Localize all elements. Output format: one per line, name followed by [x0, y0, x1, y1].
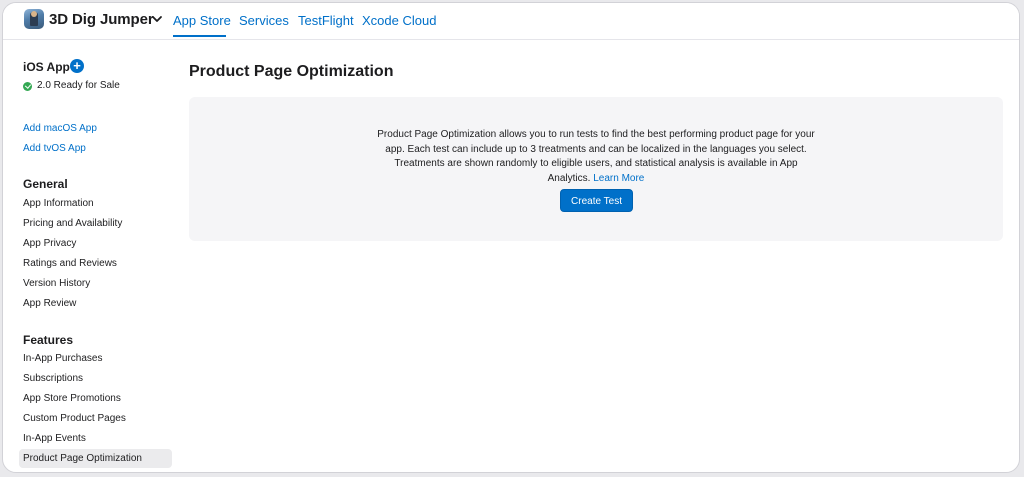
features-heading: Features	[23, 333, 74, 347]
learn-more-link[interactable]: Learn More	[593, 173, 644, 184]
add-macos-app-link[interactable]: Add macOS App	[23, 123, 97, 134]
sidebar-item-custom-product-pages[interactable]: Custom Product Pages	[23, 413, 126, 424]
chevron-down-icon[interactable]	[151, 14, 163, 24]
app-name-dropdown[interactable]: 3D Dig Jumper	[49, 11, 154, 28]
top-navigation-bar: 3D Dig Jumper App Store Services TestFli…	[3, 3, 1019, 40]
sidebar: iOS App + 2.0 Ready for Sale Add macOS A…	[3, 40, 183, 472]
sidebar-item-in-app-purchases[interactable]: In-App Purchases	[23, 353, 103, 364]
sidebar-item-app-store-promotions[interactable]: App Store Promotions	[23, 393, 121, 404]
sidebar-item-subscriptions[interactable]: Subscriptions	[23, 373, 83, 384]
active-tab-indicator	[173, 35, 226, 37]
tab-testflight[interactable]: TestFlight	[298, 13, 354, 28]
tab-services[interactable]: Services	[239, 13, 289, 28]
version-status[interactable]: 2.0 Ready for Sale	[37, 80, 120, 91]
sidebar-item-version-history[interactable]: Version History	[23, 278, 90, 289]
general-heading: General	[23, 177, 68, 191]
empty-state-panel: Product Page Optimization allows you to …	[189, 97, 1003, 241]
tab-xcode-cloud[interactable]: Xcode Cloud	[362, 13, 436, 28]
sidebar-item-in-app-events[interactable]: In-App Events	[23, 433, 86, 444]
sidebar-item-pricing-availability[interactable]: Pricing and Availability	[23, 218, 122, 229]
sidebar-item-app-review[interactable]: App Review	[23, 298, 76, 309]
tab-app-store[interactable]: App Store	[173, 13, 231, 28]
add-tvos-app-link[interactable]: Add tvOS App	[23, 143, 86, 154]
page-title: Product Page Optimization	[189, 63, 394, 80]
empty-state-description: Product Page Optimization allows you to …	[376, 128, 816, 186]
sidebar-item-ratings-reviews[interactable]: Ratings and Reviews	[23, 258, 117, 269]
sidebar-item-app-privacy[interactable]: App Privacy	[23, 238, 76, 249]
sidebar-item-app-information[interactable]: App Information	[23, 198, 94, 209]
ready-status-icon	[23, 82, 32, 91]
sidebar-item-product-page-optimization[interactable]: Product Page Optimization	[23, 453, 142, 464]
app-icon[interactable]	[24, 9, 44, 29]
create-test-button[interactable]: Create Test	[560, 189, 633, 212]
add-platform-button[interactable]: +	[70, 59, 84, 73]
platform-title: iOS App	[23, 60, 70, 74]
app-window: 3D Dig Jumper App Store Services TestFli…	[2, 2, 1020, 473]
